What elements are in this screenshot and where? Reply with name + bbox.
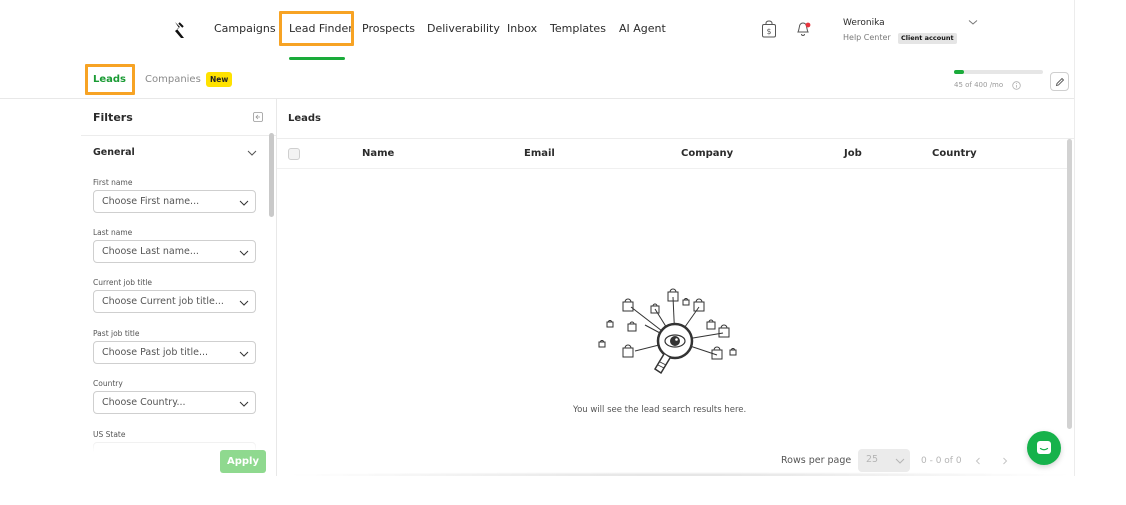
top-navigation: Campaigns Lead Finder Prospects Delivera… xyxy=(0,0,1074,60)
last-name-label: Last name xyxy=(93,228,133,237)
chevron-down-icon xyxy=(895,458,905,464)
column-header-company[interactable]: Company xyxy=(681,148,733,160)
last-name-placeholder: Choose Last name... xyxy=(102,246,199,257)
bottom-shadow xyxy=(280,472,1080,476)
country-select[interactable]: Choose Country... xyxy=(93,391,256,414)
first-name-placeholder: Choose First name... xyxy=(102,196,200,207)
new-badge: New xyxy=(206,72,233,87)
leads-panel: Leads Name Email Company Job Country You… xyxy=(277,99,1074,476)
usage-track xyxy=(954,70,1043,74)
pagination-range: 0 - 0 of 0 xyxy=(921,456,962,466)
nav-deliverability[interactable]: Deliverability xyxy=(427,22,500,36)
chevron-down-icon[interactable] xyxy=(247,150,257,156)
nav-templates[interactable]: Templates xyxy=(550,22,606,36)
chevron-down-icon xyxy=(239,200,249,206)
nav-active-indicator xyxy=(289,57,345,60)
chat-icon xyxy=(1037,441,1051,454)
nav-campaigns[interactable]: Campaigns xyxy=(214,22,276,36)
chevron-down-icon[interactable] xyxy=(968,19,978,26)
leads-title: Leads xyxy=(288,113,322,124)
pagination: Rows per page 25 0 - 0 of 0 xyxy=(777,449,1067,473)
rows-per-page-value: 25 xyxy=(866,454,879,465)
filters-title: Filters xyxy=(93,111,133,124)
general-section-title[interactable]: General xyxy=(93,147,135,159)
bell-icon[interactable] xyxy=(795,21,811,37)
logo-bird-icon[interactable] xyxy=(172,20,188,40)
current-job-title-placeholder: Choose Current job title... xyxy=(102,296,224,307)
magnifier-people-illustration xyxy=(598,288,737,375)
first-name-label: First name xyxy=(93,178,133,187)
collapse-panel-icon[interactable] xyxy=(253,112,263,122)
first-name-select[interactable]: Choose First name... xyxy=(93,190,256,213)
svg-text:$: $ xyxy=(767,27,772,36)
chevron-down-icon xyxy=(239,250,249,256)
rows-per-page-select[interactable]: 25 xyxy=(858,449,910,472)
nav-inbox[interactable]: Inbox xyxy=(507,22,537,36)
chevron-left-icon[interactable] xyxy=(974,457,982,465)
column-header-country[interactable]: Country xyxy=(932,148,977,160)
client-account-badge: Client account xyxy=(898,33,957,44)
chevron-right-icon[interactable] xyxy=(1001,457,1009,465)
help-center-link[interactable]: Help Center xyxy=(843,32,891,43)
last-name-select[interactable]: Choose Last name... xyxy=(93,240,256,263)
info-icon[interactable] xyxy=(1012,81,1021,90)
filters-divider xyxy=(81,135,276,136)
chevron-down-icon xyxy=(239,300,249,306)
chevron-down-icon xyxy=(239,351,249,357)
past-job-title-label: Past job title xyxy=(93,329,140,338)
chevron-down-icon xyxy=(239,401,249,407)
country-label: Country xyxy=(93,379,123,388)
country-placeholder: Choose Country... xyxy=(102,397,186,408)
empty-state-message: You will see the lead search results her… xyxy=(573,405,747,415)
usage-fill xyxy=(954,70,965,74)
apply-button[interactable]: Apply xyxy=(220,450,266,473)
rows-per-page-label: Rows per page xyxy=(781,455,852,466)
finder-tabs-row: Leads Companies New 45 of 400 /mo xyxy=(0,62,1074,99)
select-all-checkbox[interactable] xyxy=(288,148,300,160)
us-state-label: US State xyxy=(93,430,126,439)
filters-scrollbar[interactable] xyxy=(269,133,274,217)
past-job-title-placeholder: Choose Past job title... xyxy=(102,347,209,358)
nav-lead-finder[interactable]: Lead Finder xyxy=(289,22,353,36)
tab-companies[interactable]: Companies xyxy=(145,74,201,86)
current-job-title-label: Current job title xyxy=(93,278,153,287)
nav-ai-agent[interactable]: AI Agent xyxy=(619,22,666,36)
chat-support-button[interactable] xyxy=(1027,431,1061,465)
column-header-name[interactable]: Name xyxy=(362,148,394,160)
current-job-title-select[interactable]: Choose Current job title... xyxy=(93,290,256,313)
table-scrollbar[interactable] xyxy=(1067,139,1072,429)
tab-leads[interactable]: Leads xyxy=(93,74,126,86)
filters-panel: Filters General First name Choose First … xyxy=(81,99,277,476)
usage-text: 45 of 400 /mo xyxy=(954,81,1004,89)
user-name[interactable]: Weronika xyxy=(843,18,885,29)
page-edge-divider xyxy=(1074,0,1075,476)
dollar-bag-icon[interactable]: $ xyxy=(761,20,777,38)
app-window: Campaigns Lead Finder Prospects Delivera… xyxy=(0,0,1126,476)
edit-button[interactable] xyxy=(1050,72,1069,91)
column-header-email[interactable]: Email xyxy=(524,148,555,160)
column-header-job[interactable]: Job xyxy=(844,148,862,160)
past-job-title-select[interactable]: Choose Past job title... xyxy=(93,341,256,364)
leads-divider xyxy=(277,138,1074,139)
pencil-icon xyxy=(1055,77,1065,87)
nav-prospects[interactable]: Prospects xyxy=(362,22,415,36)
table-header-divider xyxy=(277,168,1067,169)
